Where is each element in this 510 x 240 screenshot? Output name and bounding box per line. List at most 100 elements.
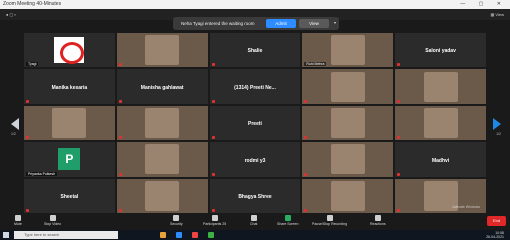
muted-mic-icon [211,63,215,67]
participants-icon [211,215,218,221]
participant-tile[interactable]: rodmi y3 [209,142,301,177]
muted-mic-icon [211,99,215,103]
muted-mic-icon [118,63,122,67]
participant-grid: Tyagi Shalie Ruhi Mehra Saloni yadav Manika … [24,33,486,213]
participants-count: 25 [222,222,227,226]
reactions-button[interactable]: Reactions [370,215,386,226]
participant-tile[interactable]: Manisha gahlawat [116,69,208,104]
next-page-arrow-icon[interactable] [493,118,501,130]
participants-button[interactable]: Participants 25 [203,215,226,226]
participant-name-label: Ruhi Mehra [304,62,327,67]
participant-logo [54,37,85,65]
share-screen-icon [284,215,291,221]
muted-mic-icon [118,172,122,176]
participant-tile[interactable]: Shalie [209,33,301,68]
activate-windows-watermark: Activate Windows [452,205,480,209]
participant-tile[interactable] [116,33,208,68]
muted-mic-icon [26,209,29,212]
participant-tile[interactable]: Manika kesaria [24,69,115,104]
participant-name-center: Bhagya Shree [238,194,272,201]
notification-message: Neha Tyagi entered the waiting room [181,21,255,26]
meeting-info-icon[interactable]: ● ▢ ▪ [6,12,16,17]
windows-taskbar: Type here to search 10:58 26-04-2021 [0,230,510,240]
participant-tile[interactable] [116,178,208,213]
participant-tile[interactable] [395,69,486,104]
participant-video [145,144,180,175]
participant-tile[interactable]: (1314) Preeti Ne... [209,69,301,104]
muted-mic-icon [304,99,308,103]
video-camera-icon [49,215,56,221]
previous-page-arrow-icon[interactable] [11,118,19,130]
muted-mic-icon [304,172,308,176]
participant-tile[interactable] [116,142,208,177]
participant-name-center: rodmi y3 [244,157,266,164]
participant-video [145,180,180,211]
participant-video [145,107,180,138]
participant-tile[interactable] [302,105,394,141]
mute-button[interactable]: Mute [14,215,22,226]
shield-icon [173,215,180,221]
participant-tile[interactable] [302,69,394,104]
muted-mic-icon [211,172,215,176]
end-meeting-button[interactable]: End [487,216,506,226]
participant-name-center: Shalie [247,48,263,55]
muted-mic-icon [118,99,122,103]
microphone-icon [14,215,21,221]
participant-tile[interactable]: P Priyanka Pulkesh [24,142,115,177]
participant-tile[interactable] [24,105,115,141]
participant-tile[interactable] [302,178,394,213]
windows-start-icon[interactable] [3,232,9,238]
admit-button[interactable]: Admit [266,19,296,28]
view-toggle-icon[interactable]: ▦ View [491,12,505,17]
chrome-icon[interactable] [192,232,199,238]
chat-button[interactable]: Chat [250,215,257,226]
participant-video [52,107,87,138]
participant-tile[interactable] [395,105,486,141]
window-controls[interactable]: — ▢ ✕ [460,0,507,9]
taskbar-apps [160,232,223,239]
share-screen-button[interactable]: Share Screen [277,215,298,226]
participant-name-label: Tyagi [26,62,39,67]
participant-tile[interactable]: Preeti [209,105,301,141]
muted-mic-icon [118,209,122,212]
waiting-room-notification: Neha Tyagi entered the waiting room Admi… [173,17,339,30]
participant-tile[interactable]: Tyagi [24,33,115,68]
taskbar-search-input[interactable]: Type here to search [14,231,118,239]
participant-video [330,107,365,138]
participant-video [330,180,365,211]
view-button[interactable]: View [299,19,329,28]
participant-name-label: Priyanka Pulkesh [26,171,58,176]
record-icon [326,215,333,221]
muted-mic-icon [26,136,29,140]
participant-tile[interactable]: Bhagya Shree [209,178,301,213]
file-explorer-icon[interactable] [160,232,166,238]
window-titlebar: Zoom Meeting 40-Minutes — ▢ ✕ [0,0,510,9]
participant-name-center: Sheetal [60,194,79,201]
participant-avatar: P [58,148,81,171]
app-icon[interactable] [208,232,215,238]
participant-tile[interactable]: Madhvi [395,142,486,177]
security-button[interactable]: Security [170,215,183,226]
meeting-toolbar: Mute Stop Video Security Participants 25… [0,213,510,230]
recording-button[interactable]: Pause/Stop Recording [312,215,347,226]
participant-video [330,35,365,66]
stop-video-button[interactable]: Stop Video [44,215,61,226]
participant-name-center: Manika kesaria [51,84,88,91]
close-icon[interactable]: ▾ [334,20,336,25]
zoom-app-icon[interactable] [176,232,183,238]
reaction-icon [374,215,381,221]
muted-mic-icon [397,209,401,212]
participant-name-center: Manisha gahlawat [140,84,184,91]
participant-name-center: Saloni yadav [425,48,456,55]
participant-tile[interactable] [302,142,394,177]
participant-tile[interactable]: Sheetal [24,178,115,213]
muted-mic-icon [397,99,401,103]
participant-tile[interactable]: Saloni yadav [395,33,486,68]
muted-mic-icon [304,209,308,212]
window-title: Zoom Meeting 40-Minutes [3,1,62,7]
participant-name-center: Preeti [248,121,262,128]
participant-video [330,71,365,102]
participant-tile[interactable] [116,105,208,141]
participant-tile[interactable]: Ruhi Mehra [302,33,394,68]
muted-mic-icon [211,209,215,212]
